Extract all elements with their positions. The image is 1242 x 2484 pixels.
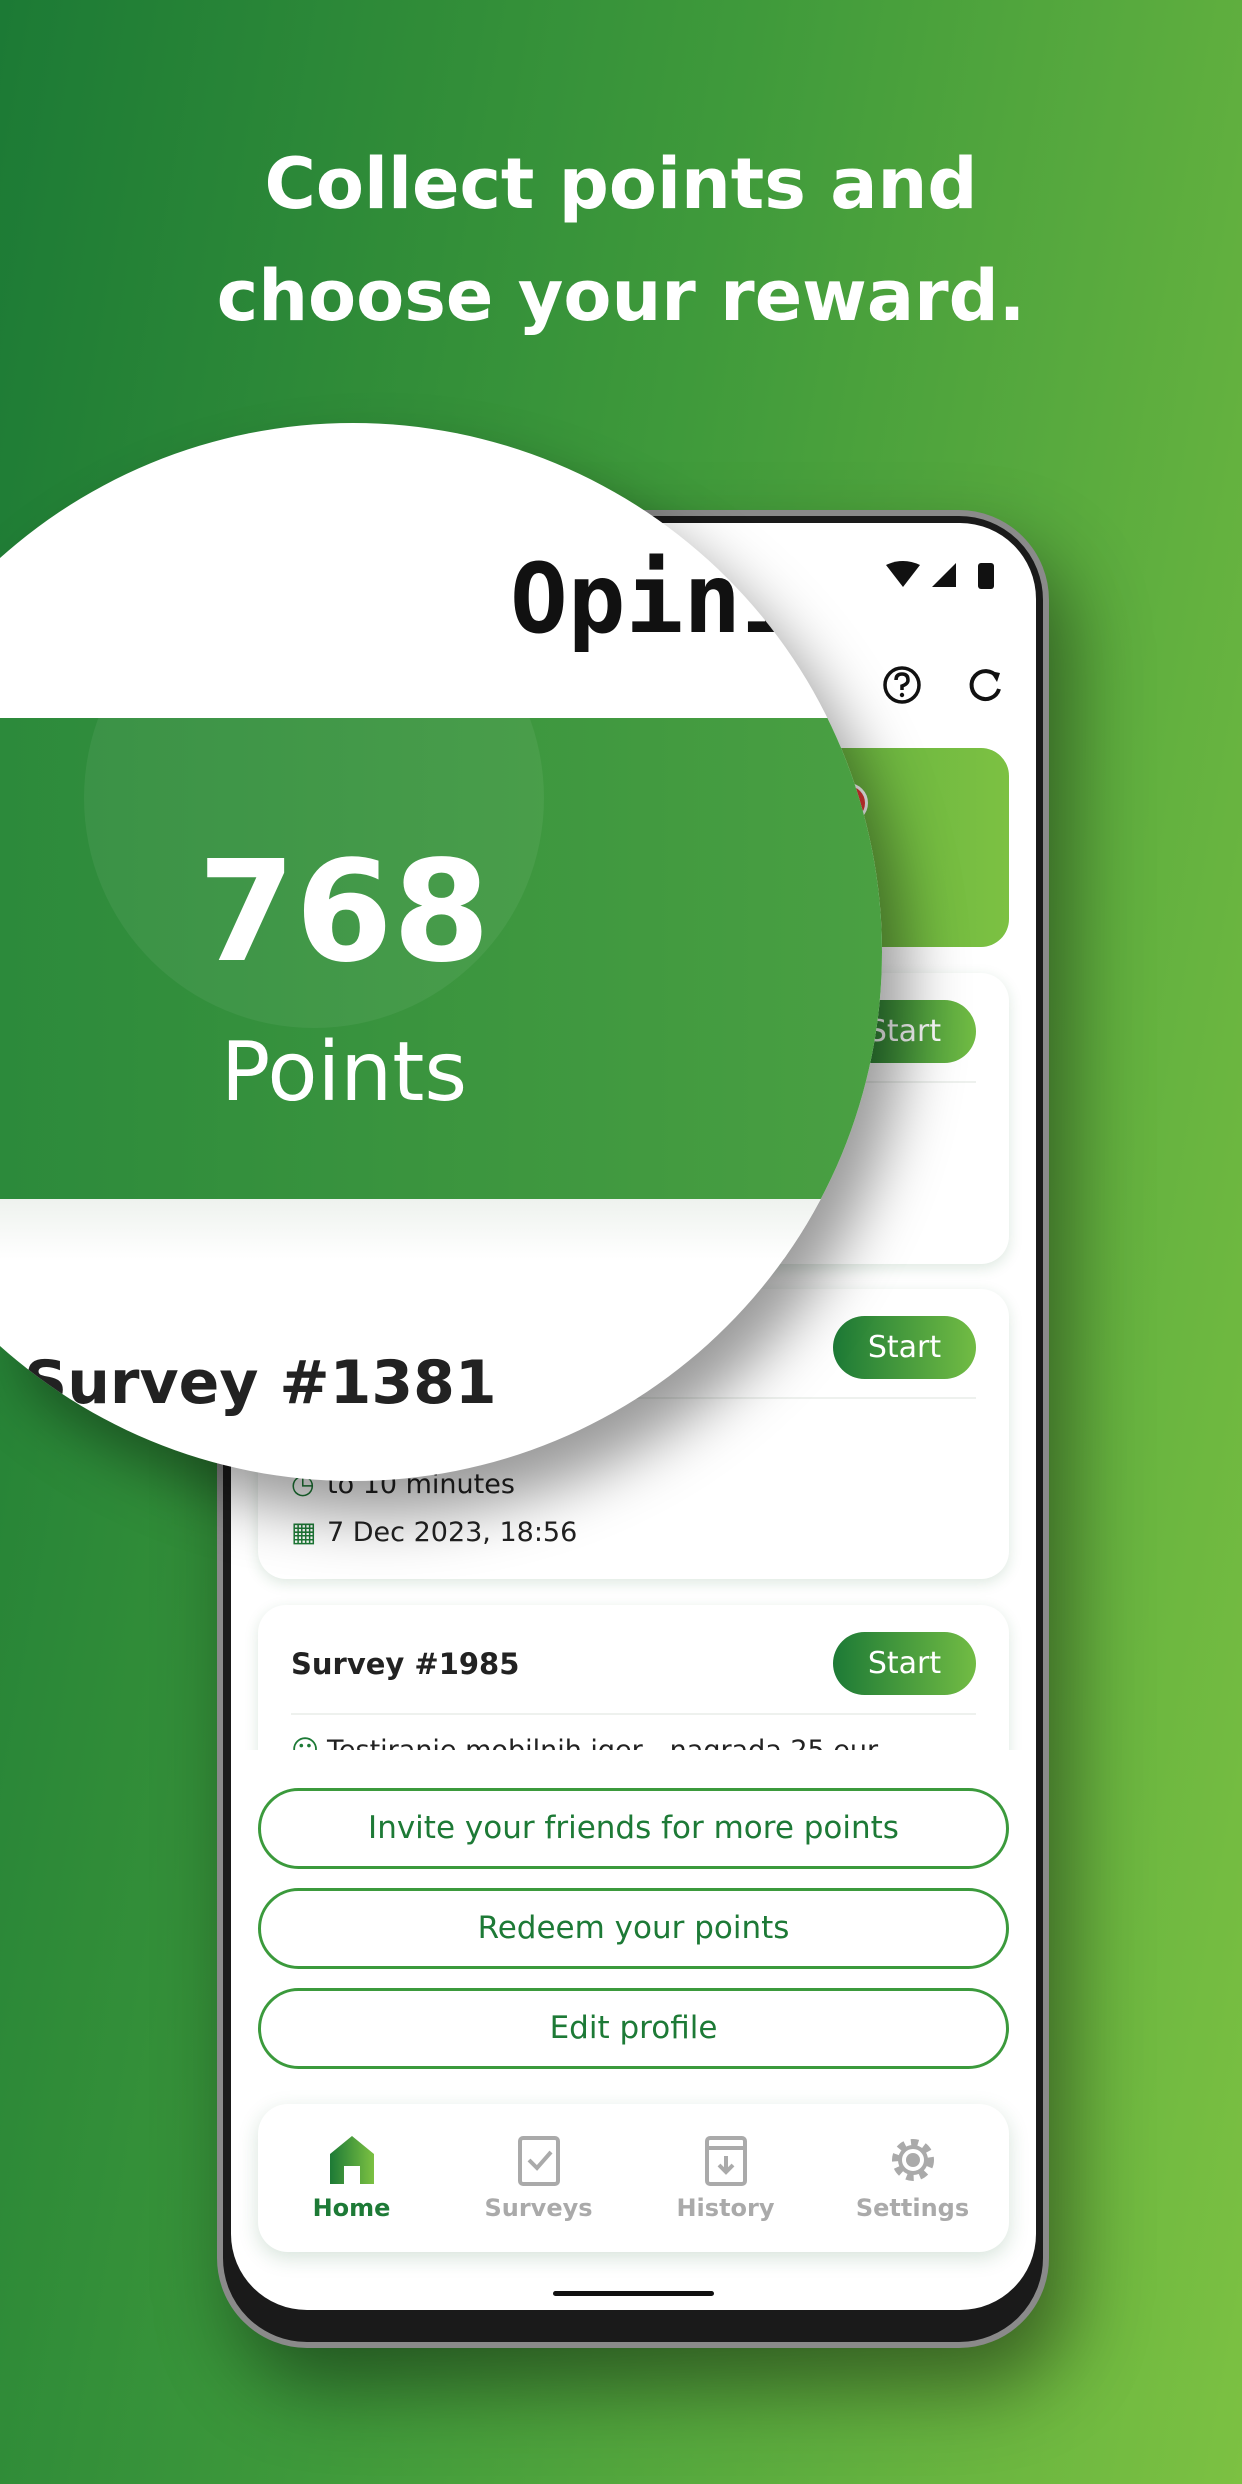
- points-band: 768 Points: [0, 568, 882, 1199]
- survey-title-magnified: Survey #1381: [24, 1348, 497, 1418]
- archive-icon: [705, 2136, 747, 2186]
- nav-home[interactable]: Home: [258, 2104, 445, 2252]
- headline: Collect points and choose your reward.: [0, 128, 1242, 352]
- start-button[interactable]: Start: [833, 1632, 976, 1695]
- redeem-points-button[interactable]: Redeem your points: [258, 1888, 1009, 1969]
- edit-profile-button[interactable]: Edit profile: [258, 1988, 1009, 2069]
- bottom-nav: Home Surveys History Settings: [258, 2104, 1009, 2252]
- nav-label: Surveys: [484, 2194, 593, 2222]
- nav-history[interactable]: History: [632, 2104, 819, 2252]
- refresh-icon[interactable]: [966, 665, 1006, 709]
- nav-label: History: [676, 2194, 775, 2222]
- date-row: ▦ 7 Dec 2023, 18:56: [291, 1517, 577, 1548]
- home-icon: [330, 2136, 374, 2184]
- reward-icon: ☺: [291, 1735, 327, 1750]
- help-icon[interactable]: [882, 665, 922, 709]
- points-value: 768: [197, 831, 491, 994]
- calendar-icon: ▦: [291, 1517, 317, 1548]
- wifi-signal-battery-icon: [886, 561, 994, 589]
- nav-settings[interactable]: Settings: [819, 2104, 1006, 2252]
- nav-surveys[interactable]: Surveys: [445, 2104, 632, 2252]
- app-logo: Opinio: [510, 543, 857, 655]
- headline-line-1: Collect points and: [264, 143, 978, 225]
- reward-row: ☺Testiranje mobilnih iger - nagrada 25 e…: [291, 1735, 878, 1750]
- survey-card[interactable]: Survey #1985 Start ☺Testiranje mobilnih …: [258, 1605, 1009, 1750]
- magnifier-callout: Opinio 768 Points Survey #1381: [0, 423, 882, 1481]
- nav-label: Home: [312, 2194, 391, 2222]
- home-indicator: [553, 2291, 714, 2296]
- survey-list-clip: Survey #1985 Start ☺Testiranje mobilnih …: [231, 1573, 1036, 1750]
- nav-label: Settings: [855, 2194, 970, 2222]
- survey-title: Survey #1985: [291, 1647, 520, 1681]
- invite-friends-button[interactable]: Invite your friends for more points: [258, 1788, 1009, 1869]
- divider: [291, 1713, 976, 1715]
- clipboard-check-icon: [518, 2136, 560, 2186]
- status-icons: [886, 561, 1006, 595]
- gear-icon: [892, 2139, 934, 2181]
- card-shadow: [0, 1199, 882, 1259]
- date-text: 7 Dec 2023, 18:56: [327, 1517, 578, 1548]
- headline-line-2: choose your reward.: [216, 255, 1026, 337]
- points-label: Points: [220, 1025, 468, 1120]
- reward-text: Testiranje mobilnih iger - nagrada 25 eu…: [327, 1735, 878, 1750]
- magnifier-lens: Opinio 768 Points Survey #1381: [0, 423, 882, 1481]
